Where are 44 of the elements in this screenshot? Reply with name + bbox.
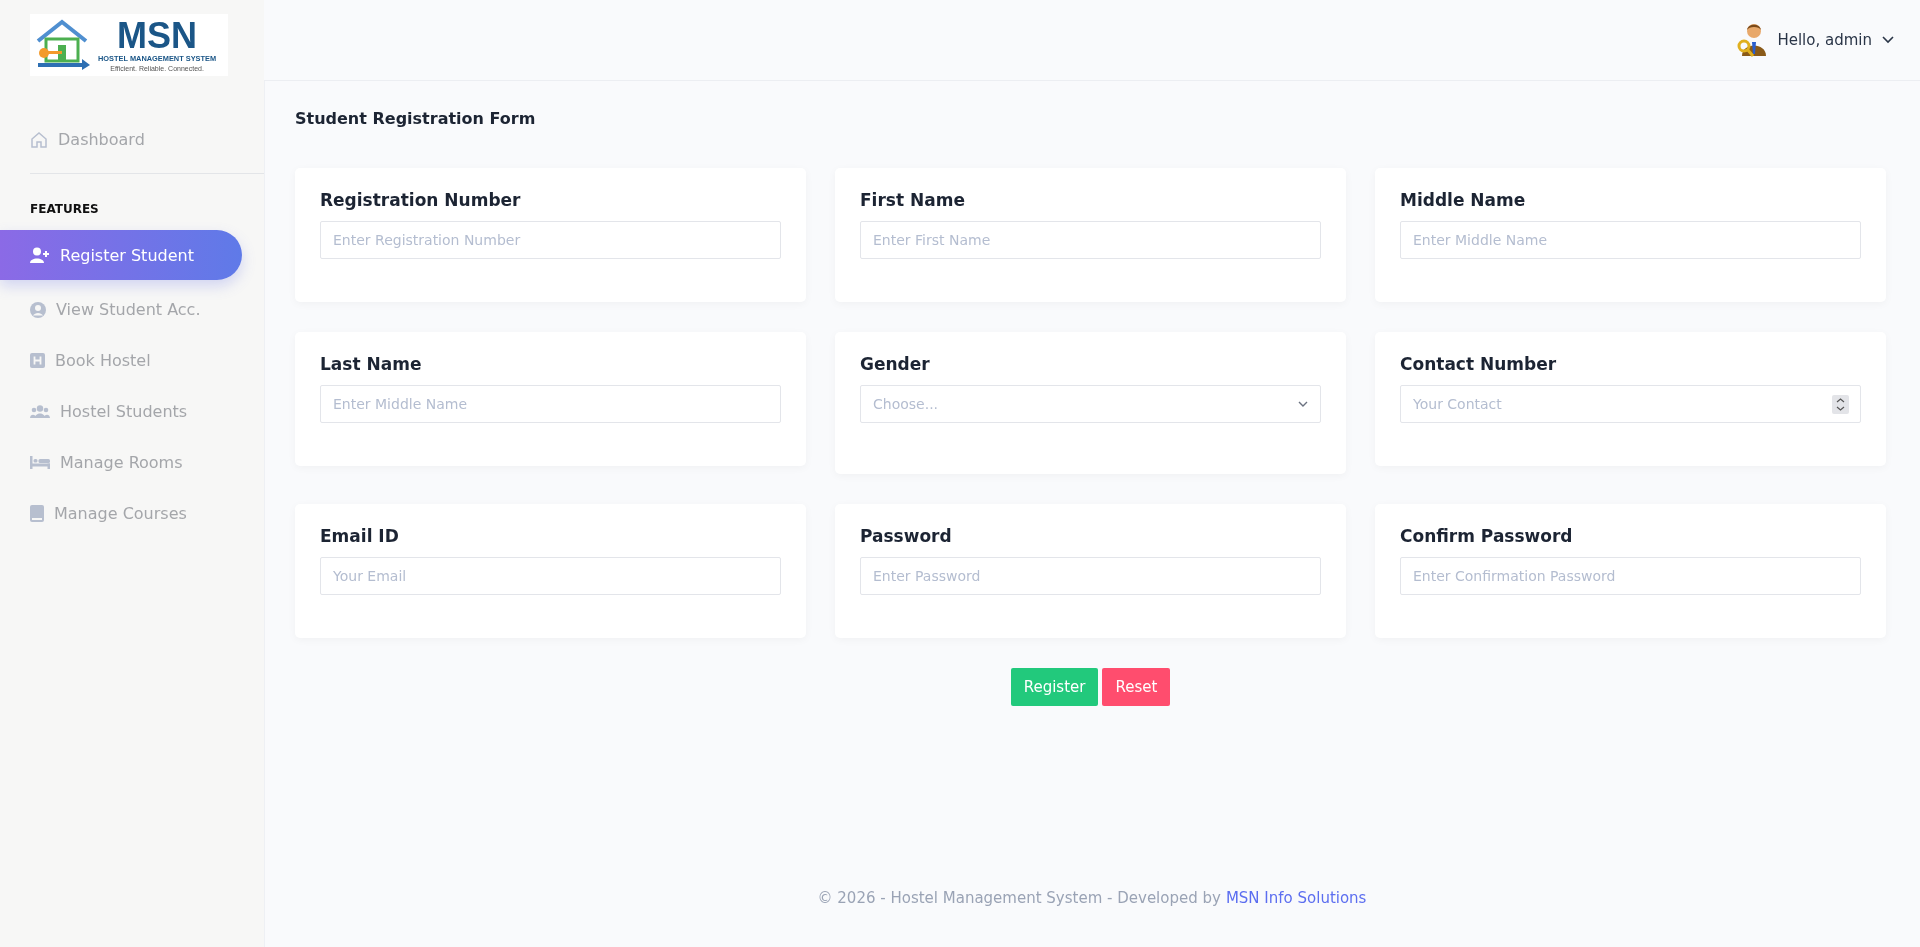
user-circle-icon xyxy=(30,301,46,318)
input-field[interactable]: Enter Middle Name xyxy=(1400,221,1861,259)
field-label: Contact Number xyxy=(1400,354,1558,374)
reset-button[interactable]: Reset xyxy=(1102,668,1171,706)
bed-icon xyxy=(30,456,50,469)
input-field[interactable]: Your Contact xyxy=(1400,385,1861,423)
book-icon xyxy=(30,505,44,522)
input-field[interactable]: Enter Registration Number xyxy=(320,221,781,259)
gender-select[interactable]: Choose... xyxy=(860,385,1321,423)
spinner-icon[interactable] xyxy=(1832,395,1849,414)
field-label: Last Name xyxy=(320,354,423,374)
user-plus-icon xyxy=(30,247,50,263)
hospital-sign-icon xyxy=(30,353,45,368)
user-menu[interactable]: Hello, admin xyxy=(1737,22,1894,58)
field-label: Email ID xyxy=(320,526,400,546)
sidebar-item[interactable]: Book Hostel xyxy=(0,335,242,386)
users-icon xyxy=(30,405,50,418)
chevron-down-icon xyxy=(1298,401,1308,407)
input-field[interactable]: Your Email xyxy=(320,557,781,595)
field-label: Middle Name xyxy=(1400,190,1527,210)
chevron-down-icon xyxy=(1882,36,1894,44)
field-label: Registration Number xyxy=(320,190,522,210)
page-title: Student Registration Form xyxy=(295,109,537,128)
sidebar-item[interactable]: Dashboard xyxy=(0,114,242,165)
sidebar-item[interactable]: View Student Acc. xyxy=(0,284,242,335)
field-label: Confirm Password xyxy=(1400,526,1574,546)
section-heading: FEATURES xyxy=(29,201,100,218)
footer-text: © 2026 - Hostel Management System - Developed by xyxy=(817,889,1221,907)
field-label: First Name xyxy=(860,190,966,210)
footer-link[interactable]: MSN Info Solutions xyxy=(1225,889,1367,907)
home-icon xyxy=(30,130,48,149)
sidebar-item[interactable]: Hostel Students xyxy=(0,386,242,437)
field-label: Gender xyxy=(860,354,931,374)
logo-title: MSN xyxy=(117,18,198,55)
sidebar-item[interactable]: Register Student xyxy=(0,230,242,280)
sidebar-item[interactable]: Manage Rooms xyxy=(0,437,242,488)
register-button[interactable]: Register xyxy=(1010,668,1099,706)
input-field[interactable]: Enter First Name xyxy=(860,221,1321,259)
input-field[interactable]: Enter Confirmation Password xyxy=(1400,557,1861,595)
field-label: Password xyxy=(860,526,953,546)
input-field[interactable]: Enter Middle Name xyxy=(320,385,781,423)
user-key-avatar-icon xyxy=(1737,22,1768,58)
sidebar-item[interactable]: Manage Courses xyxy=(0,488,242,539)
input-field[interactable]: Enter Password xyxy=(860,557,1321,595)
